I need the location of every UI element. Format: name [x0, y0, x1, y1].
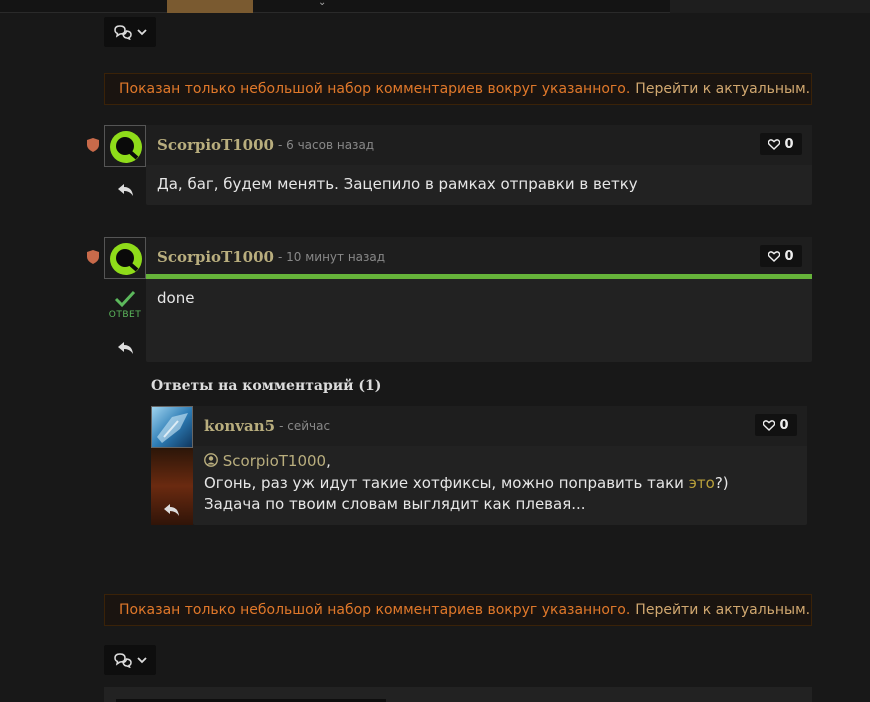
- like-count: 0: [779, 417, 789, 433]
- reply-header: konvan5 сейчас 0: [193, 406, 807, 446]
- shield-icon: [87, 138, 99, 152]
- comment-author[interactable]: ScorpioT1000: [157, 248, 274, 266]
- notice-banner-top: Показан только небольшой набор комментар…: [104, 73, 812, 105]
- user-circle-icon: [204, 453, 218, 467]
- comments-toggle-button[interactable]: [104, 645, 156, 675]
- mention-suffix: ,: [326, 452, 331, 470]
- comment-card: ScorpioT1000 10 минут назад 0 done: [146, 237, 812, 362]
- comment-text: done: [157, 289, 195, 307]
- heart-icon: [768, 250, 781, 262]
- comment-editor[interactable]: [104, 687, 812, 702]
- reply-text-part: ?): [714, 473, 729, 492]
- like-count: 0: [784, 248, 794, 264]
- comment-text: Да, баг, будем менять. Зацепило в рамках…: [157, 175, 638, 193]
- like-button[interactable]: 0: [755, 414, 797, 436]
- top-bar: ⌄: [0, 0, 870, 13]
- chevron-down-icon: [137, 29, 147, 36]
- reply-text: ScorpioT1000, Огонь, раз уж идут такие х…: [204, 451, 729, 516]
- notice-text: Показан только небольшой набор комментар…: [119, 602, 631, 618]
- avatar[interactable]: [104, 125, 146, 167]
- reply-text-part: Огонь, раз уж идут такие хотфиксы, можно…: [204, 473, 689, 492]
- reply-line-1: Огонь, раз уж идут такие хотфиксы, можно…: [204, 473, 729, 495]
- comment-header: ScorpioT1000 6 часов назад 0: [146, 125, 812, 165]
- like-count: 0: [784, 136, 794, 152]
- comment-time[interactable]: 10 минут назад: [278, 250, 385, 264]
- comment-header: ScorpioT1000 10 минут назад 0: [146, 237, 812, 277]
- like-button[interactable]: 0: [760, 133, 802, 155]
- comments-toggle-button[interactable]: [104, 17, 156, 47]
- inline-link[interactable]: это: [689, 474, 715, 492]
- notice-link[interactable]: Перейти к актуальным.: [635, 81, 810, 97]
- reply-icon[interactable]: [163, 503, 181, 517]
- notice-text: Показан только небольшой набор комментар…: [119, 81, 631, 97]
- comments-icon: [114, 25, 132, 40]
- check-icon: [114, 290, 136, 308]
- comment-card: ScorpioT1000 6 часов назад 0 Да, баг, бу…: [146, 125, 812, 205]
- replies-title: Ответы на комментарий (1): [151, 378, 382, 394]
- like-button[interactable]: 0: [760, 245, 802, 267]
- mention-link[interactable]: ScorpioT1000: [223, 452, 326, 470]
- top-bar-right: [670, 0, 870, 13]
- reply-line-mention: ScorpioT1000,: [204, 451, 729, 473]
- answer-highlight-bar: [146, 274, 812, 279]
- comment-author[interactable]: ScorpioT1000: [157, 136, 274, 154]
- chevron-down-icon[interactable]: ⌄: [318, 0, 326, 8]
- answer-mark: ОТВЕТ: [106, 290, 144, 320]
- reply-icon[interactable]: [117, 183, 135, 197]
- chevron-down-icon: [137, 657, 147, 664]
- reply-line-2: Задача по твоим словам выглядит как плев…: [204, 495, 586, 513]
- reply-time[interactable]: сейчас: [279, 419, 330, 433]
- reply-icon[interactable]: [117, 341, 135, 355]
- reply-author[interactable]: konvan5: [204, 417, 275, 435]
- avatar[interactable]: [151, 406, 193, 448]
- shield-icon: [87, 250, 99, 264]
- top-tab[interactable]: [167, 0, 253, 13]
- reply-card: konvan5 сейчас 0 ScorpioT1000, Огонь, ра…: [193, 406, 807, 525]
- heart-icon: [763, 419, 776, 431]
- comment-time[interactable]: 6 часов назад: [278, 138, 374, 152]
- avatar[interactable]: [104, 237, 146, 279]
- answer-label: ОТВЕТ: [108, 310, 142, 320]
- comments-icon: [114, 653, 132, 668]
- notice-link[interactable]: Перейти к актуальным.: [635, 602, 810, 618]
- notice-banner-bottom: Показан только небольшой набор комментар…: [104, 594, 812, 626]
- heart-icon: [768, 138, 781, 150]
